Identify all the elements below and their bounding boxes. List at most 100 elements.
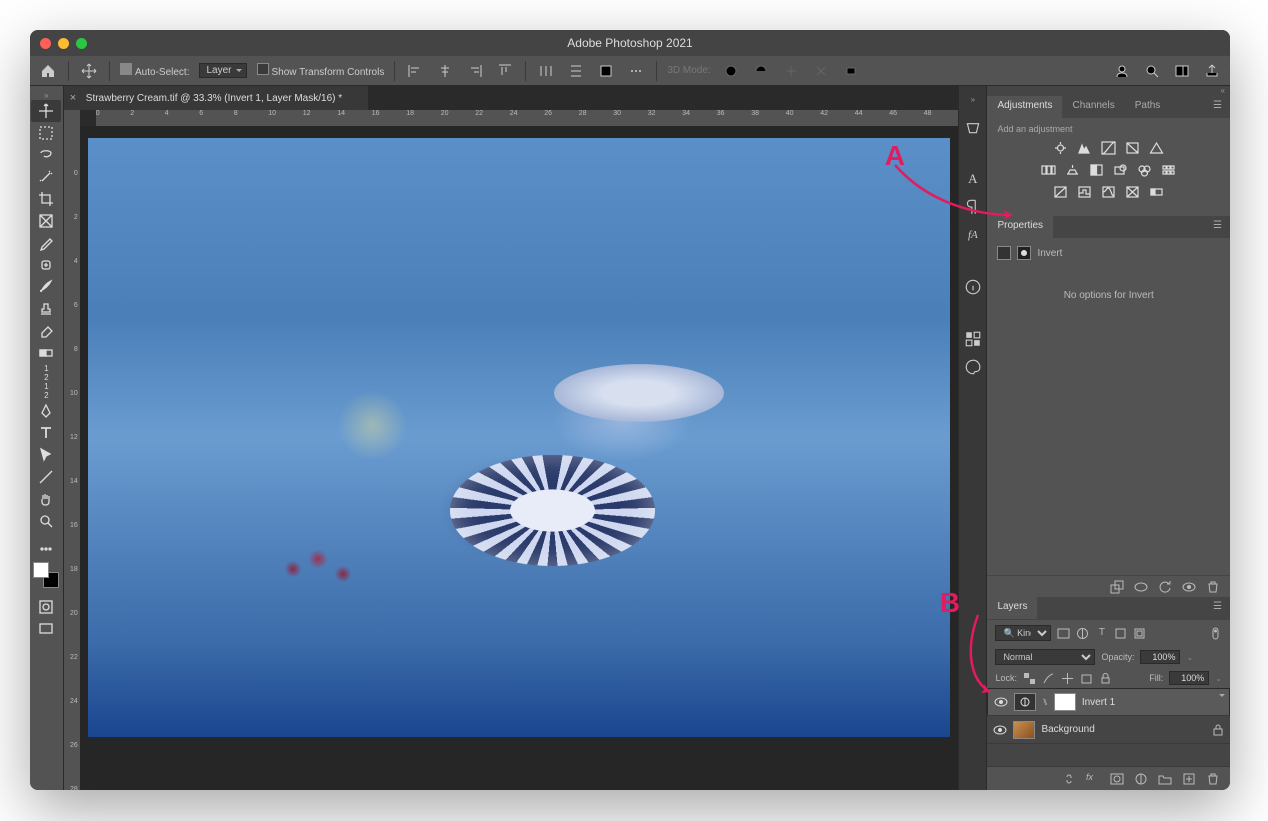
- channel-mixer-icon[interactable]: [1136, 162, 1153, 178]
- cloud-docs-icon[interactable]: [1112, 61, 1132, 81]
- show-transform-checkbox[interactable]: Show Transform Controls: [257, 63, 385, 78]
- filter-adj-icon[interactable]: [1076, 627, 1089, 640]
- lock-icon[interactable]: [1212, 724, 1224, 736]
- link-layers-icon[interactable]: [1062, 772, 1076, 786]
- distribute-icon[interactable]: [596, 61, 616, 81]
- brightness-contrast-icon[interactable]: [1052, 140, 1069, 156]
- view-previous-icon[interactable]: [1134, 580, 1148, 594]
- align-right-icon[interactable]: [465, 61, 485, 81]
- path-select-tool[interactable]: [31, 444, 61, 466]
- layer-filter-select[interactable]: 🔍 Kind: [995, 625, 1051, 641]
- layer-fx-icon[interactable]: fx: [1086, 772, 1100, 786]
- visibility-icon[interactable]: [994, 695, 1008, 709]
- blend-mode-select[interactable]: Normal: [995, 649, 1095, 665]
- panel-menu-icon[interactable]: ☰: [1205, 96, 1230, 118]
- color-swatches[interactable]: [33, 562, 59, 588]
- layers-menu-icon[interactable]: ☰: [1205, 597, 1230, 619]
- vibrance-icon[interactable]: [1148, 140, 1165, 156]
- visibility-icon[interactable]: [993, 723, 1007, 737]
- character-panel-icon[interactable]: A: [964, 170, 982, 188]
- mask-thumbnail[interactable]: [1054, 693, 1076, 711]
- panel-collapser-1[interactable]: »: [964, 90, 982, 108]
- tab-adjustments[interactable]: Adjustments: [987, 96, 1062, 118]
- selective-color-icon[interactable]: [1124, 184, 1141, 200]
- crop-tool[interactable]: [31, 188, 61, 210]
- filter-pixel-icon[interactable]: [1057, 627, 1070, 640]
- hand-tool[interactable]: [31, 488, 61, 510]
- levels-icon[interactable]: [1076, 140, 1093, 156]
- toggle-visibility-icon[interactable]: [1182, 580, 1196, 594]
- shape-tool[interactable]: [31, 466, 61, 488]
- tab-layers[interactable]: Layers: [987, 597, 1037, 619]
- gradient-tool[interactable]: [31, 342, 61, 364]
- marquee-tool[interactable]: [31, 122, 61, 144]
- type-tool[interactable]: [31, 422, 61, 444]
- history-panel-icon[interactable]: [964, 118, 982, 136]
- glyphs-panel-icon[interactable]: fA: [964, 226, 982, 244]
- close-tab-icon[interactable]: ×: [70, 92, 76, 104]
- curves-icon[interactable]: [1100, 140, 1117, 156]
- new-group-icon[interactable]: [1158, 772, 1172, 786]
- posterize-icon[interactable]: [1076, 184, 1093, 200]
- layer-background[interactable]: Background: [987, 716, 1230, 744]
- new-layer-icon[interactable]: [1182, 772, 1196, 786]
- add-mask-icon[interactable]: [1110, 772, 1124, 786]
- fill-value[interactable]: 100%: [1169, 671, 1209, 685]
- move-tool[interactable]: [31, 100, 61, 122]
- eraser-tool[interactable]: [31, 320, 61, 342]
- delete-adj-icon[interactable]: [1206, 580, 1220, 594]
- brush-tool[interactable]: [31, 276, 61, 298]
- auto-select-checkbox[interactable]: Auto-Select:: [120, 63, 189, 78]
- info-panel-icon[interactable]: [964, 278, 982, 296]
- lock-position-icon[interactable]: [1061, 672, 1074, 685]
- document-tab[interactable]: × Strawberry Cream.tif @ 33.3% (Invert 1…: [64, 86, 368, 110]
- distribute-h-icon[interactable]: [536, 61, 556, 81]
- align-top-icon[interactable]: [495, 61, 515, 81]
- target-select[interactable]: Layer: [199, 63, 246, 78]
- new-adj-layer-icon[interactable]: [1134, 772, 1148, 786]
- lasso-tool[interactable]: [31, 144, 61, 166]
- color-panel-icon[interactable]: [964, 358, 982, 376]
- tools-collapser[interactable]: »: [30, 90, 63, 100]
- filter-shape-icon[interactable]: [1114, 627, 1127, 640]
- lock-artboard-icon[interactable]: [1080, 672, 1093, 685]
- filter-smart-icon[interactable]: [1133, 627, 1146, 640]
- tab-channels[interactable]: Channels: [1062, 96, 1124, 118]
- workspace-icon[interactable]: [1172, 61, 1192, 81]
- canvas[interactable]: [80, 126, 959, 790]
- align-left-icon[interactable]: [405, 61, 425, 81]
- panel-collapser-2[interactable]: «: [987, 86, 1230, 96]
- filter-toggle-icon[interactable]: [1209, 627, 1222, 640]
- close-window-icon[interactable]: [40, 38, 51, 49]
- gradient-map-icon[interactable]: [1148, 184, 1165, 200]
- blur-tool[interactable]: 12: [44, 382, 48, 400]
- align-hcenter-icon[interactable]: [435, 61, 455, 81]
- properties-menu-icon[interactable]: ☰: [1205, 216, 1230, 238]
- threshold-icon[interactable]: [1100, 184, 1117, 200]
- distribute-v-icon[interactable]: [566, 61, 586, 81]
- edit-toolbar-icon[interactable]: [31, 538, 61, 560]
- color-lookup-icon[interactable]: [1160, 162, 1177, 178]
- minimize-window-icon[interactable]: [58, 38, 69, 49]
- frame-tool[interactable]: [31, 210, 61, 232]
- healing-tool[interactable]: [31, 254, 61, 276]
- eyedropper-tool[interactable]: [31, 232, 61, 254]
- share-icon[interactable]: [1202, 61, 1222, 81]
- dodge-tool[interactable]: 12: [44, 364, 48, 382]
- invert-icon[interactable]: [1052, 184, 1069, 200]
- layer-invert-1[interactable]: ⑊ Invert 1: [987, 688, 1230, 716]
- stamp-tool[interactable]: [31, 298, 61, 320]
- exposure-icon[interactable]: [1124, 140, 1141, 156]
- wand-tool[interactable]: [31, 166, 61, 188]
- lock-transparent-icon[interactable]: [1023, 672, 1036, 685]
- layer-name[interactable]: Invert 1: [1082, 697, 1115, 708]
- filter-type-icon[interactable]: T: [1095, 627, 1108, 640]
- swatches-panel-icon[interactable]: [964, 330, 982, 348]
- bw-icon[interactable]: [1088, 162, 1105, 178]
- screenmode-icon[interactable]: [31, 618, 61, 640]
- hue-sat-icon[interactable]: [1040, 162, 1057, 178]
- layer-name[interactable]: Background: [1041, 724, 1094, 735]
- opacity-value[interactable]: 100%: [1140, 650, 1180, 664]
- zoom-tool[interactable]: [31, 510, 61, 532]
- search-icon[interactable]: [1142, 61, 1162, 81]
